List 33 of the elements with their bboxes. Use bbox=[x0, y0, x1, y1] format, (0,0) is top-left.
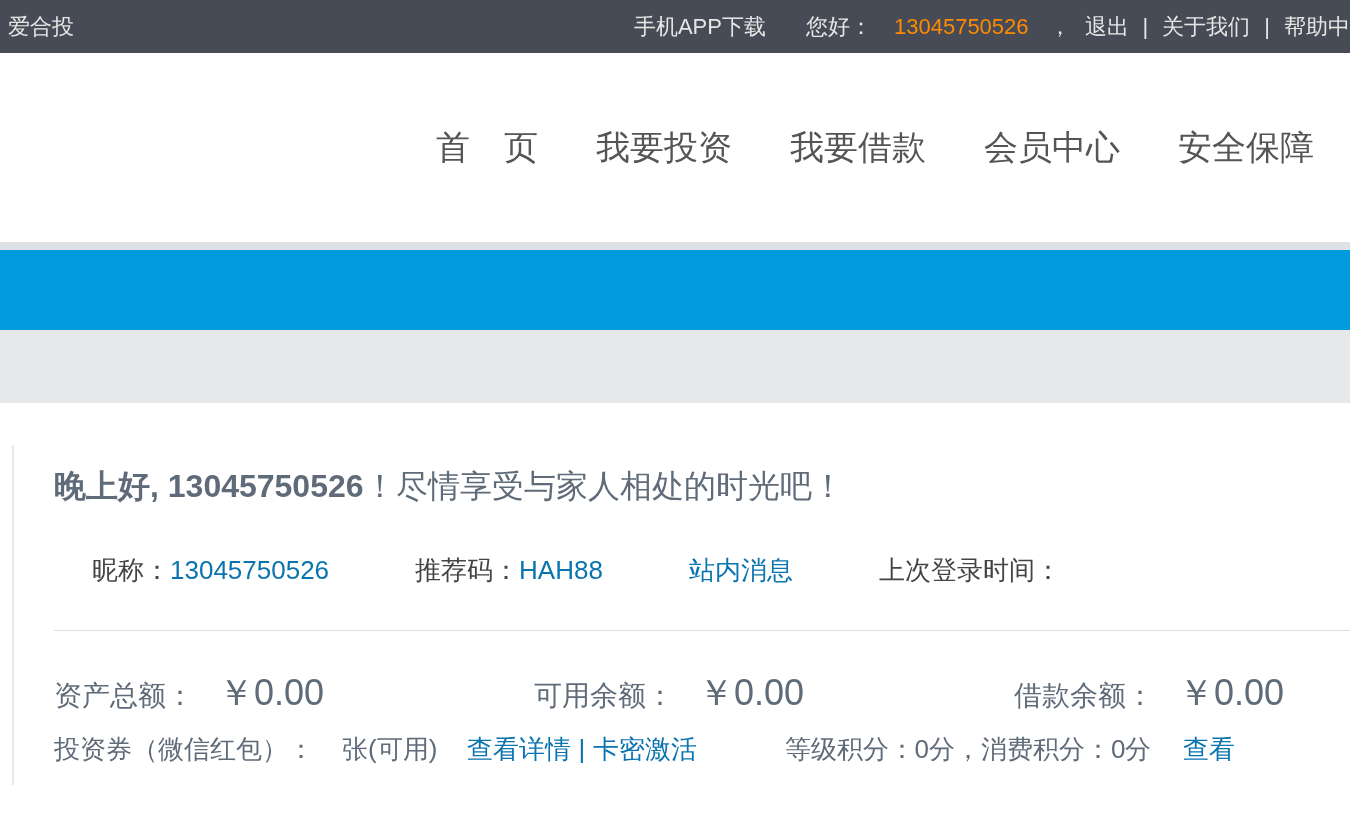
nav-item[interactable]: 我要投资 bbox=[596, 124, 732, 171]
points-text: 等级积分：0分，消费积分：0分 bbox=[784, 733, 1152, 766]
top-link[interactable]: 退出 bbox=[1084, 11, 1129, 42]
top-link[interactable]: 帮助中 bbox=[1284, 11, 1350, 42]
greeting-label: 您好： bbox=[805, 12, 872, 41]
field-value: HAH88 bbox=[519, 555, 603, 585]
field-value: 13045750526 bbox=[170, 555, 330, 585]
coupon-link[interactable]: 查看详情 | 卡密激活 bbox=[467, 732, 697, 767]
balance-value: ￥0.00 bbox=[1178, 671, 1285, 715]
messages-link[interactable]: 站内消息 bbox=[688, 553, 793, 588]
balance-label: 借款余额： bbox=[1014, 679, 1154, 713]
balance-label: 可用余额： bbox=[534, 679, 674, 713]
nav-item[interactable]: 首 页 bbox=[436, 124, 538, 171]
top-link[interactable]: 手机APP下载 bbox=[633, 11, 766, 42]
points-link[interactable]: 查看 bbox=[1183, 732, 1236, 767]
field-label: 昵称： bbox=[92, 555, 170, 585]
field-label: 推荐码： bbox=[415, 555, 520, 585]
balance-label: 资产总额： bbox=[54, 679, 194, 713]
field-label: 上次登录时间： bbox=[878, 555, 1061, 585]
balance-value: ￥0.00 bbox=[698, 671, 805, 715]
balance-value: ￥0.00 bbox=[218, 671, 325, 715]
greeting-label: ， bbox=[1048, 12, 1071, 41]
nav-item[interactable]: 我要借款 bbox=[790, 124, 926, 171]
coupon-label: 投资券（微信红包）： bbox=[54, 733, 314, 766]
site-name: 爱合投 bbox=[8, 12, 74, 41]
separator: | bbox=[1264, 13, 1270, 40]
coupon-count: 张(可用) bbox=[342, 733, 438, 766]
nav-item[interactable]: 安全保障 bbox=[1178, 124, 1314, 171]
top-link[interactable]: 关于我们 bbox=[1162, 11, 1251, 42]
greeting-text: 晚上好, 13045750526！尽情享受与家人相处的时光吧！ bbox=[54, 467, 845, 506]
nav-item[interactable]: 会员中心 bbox=[984, 124, 1120, 171]
username: 13045750526 bbox=[893, 13, 1029, 40]
separator: | bbox=[1142, 13, 1149, 40]
